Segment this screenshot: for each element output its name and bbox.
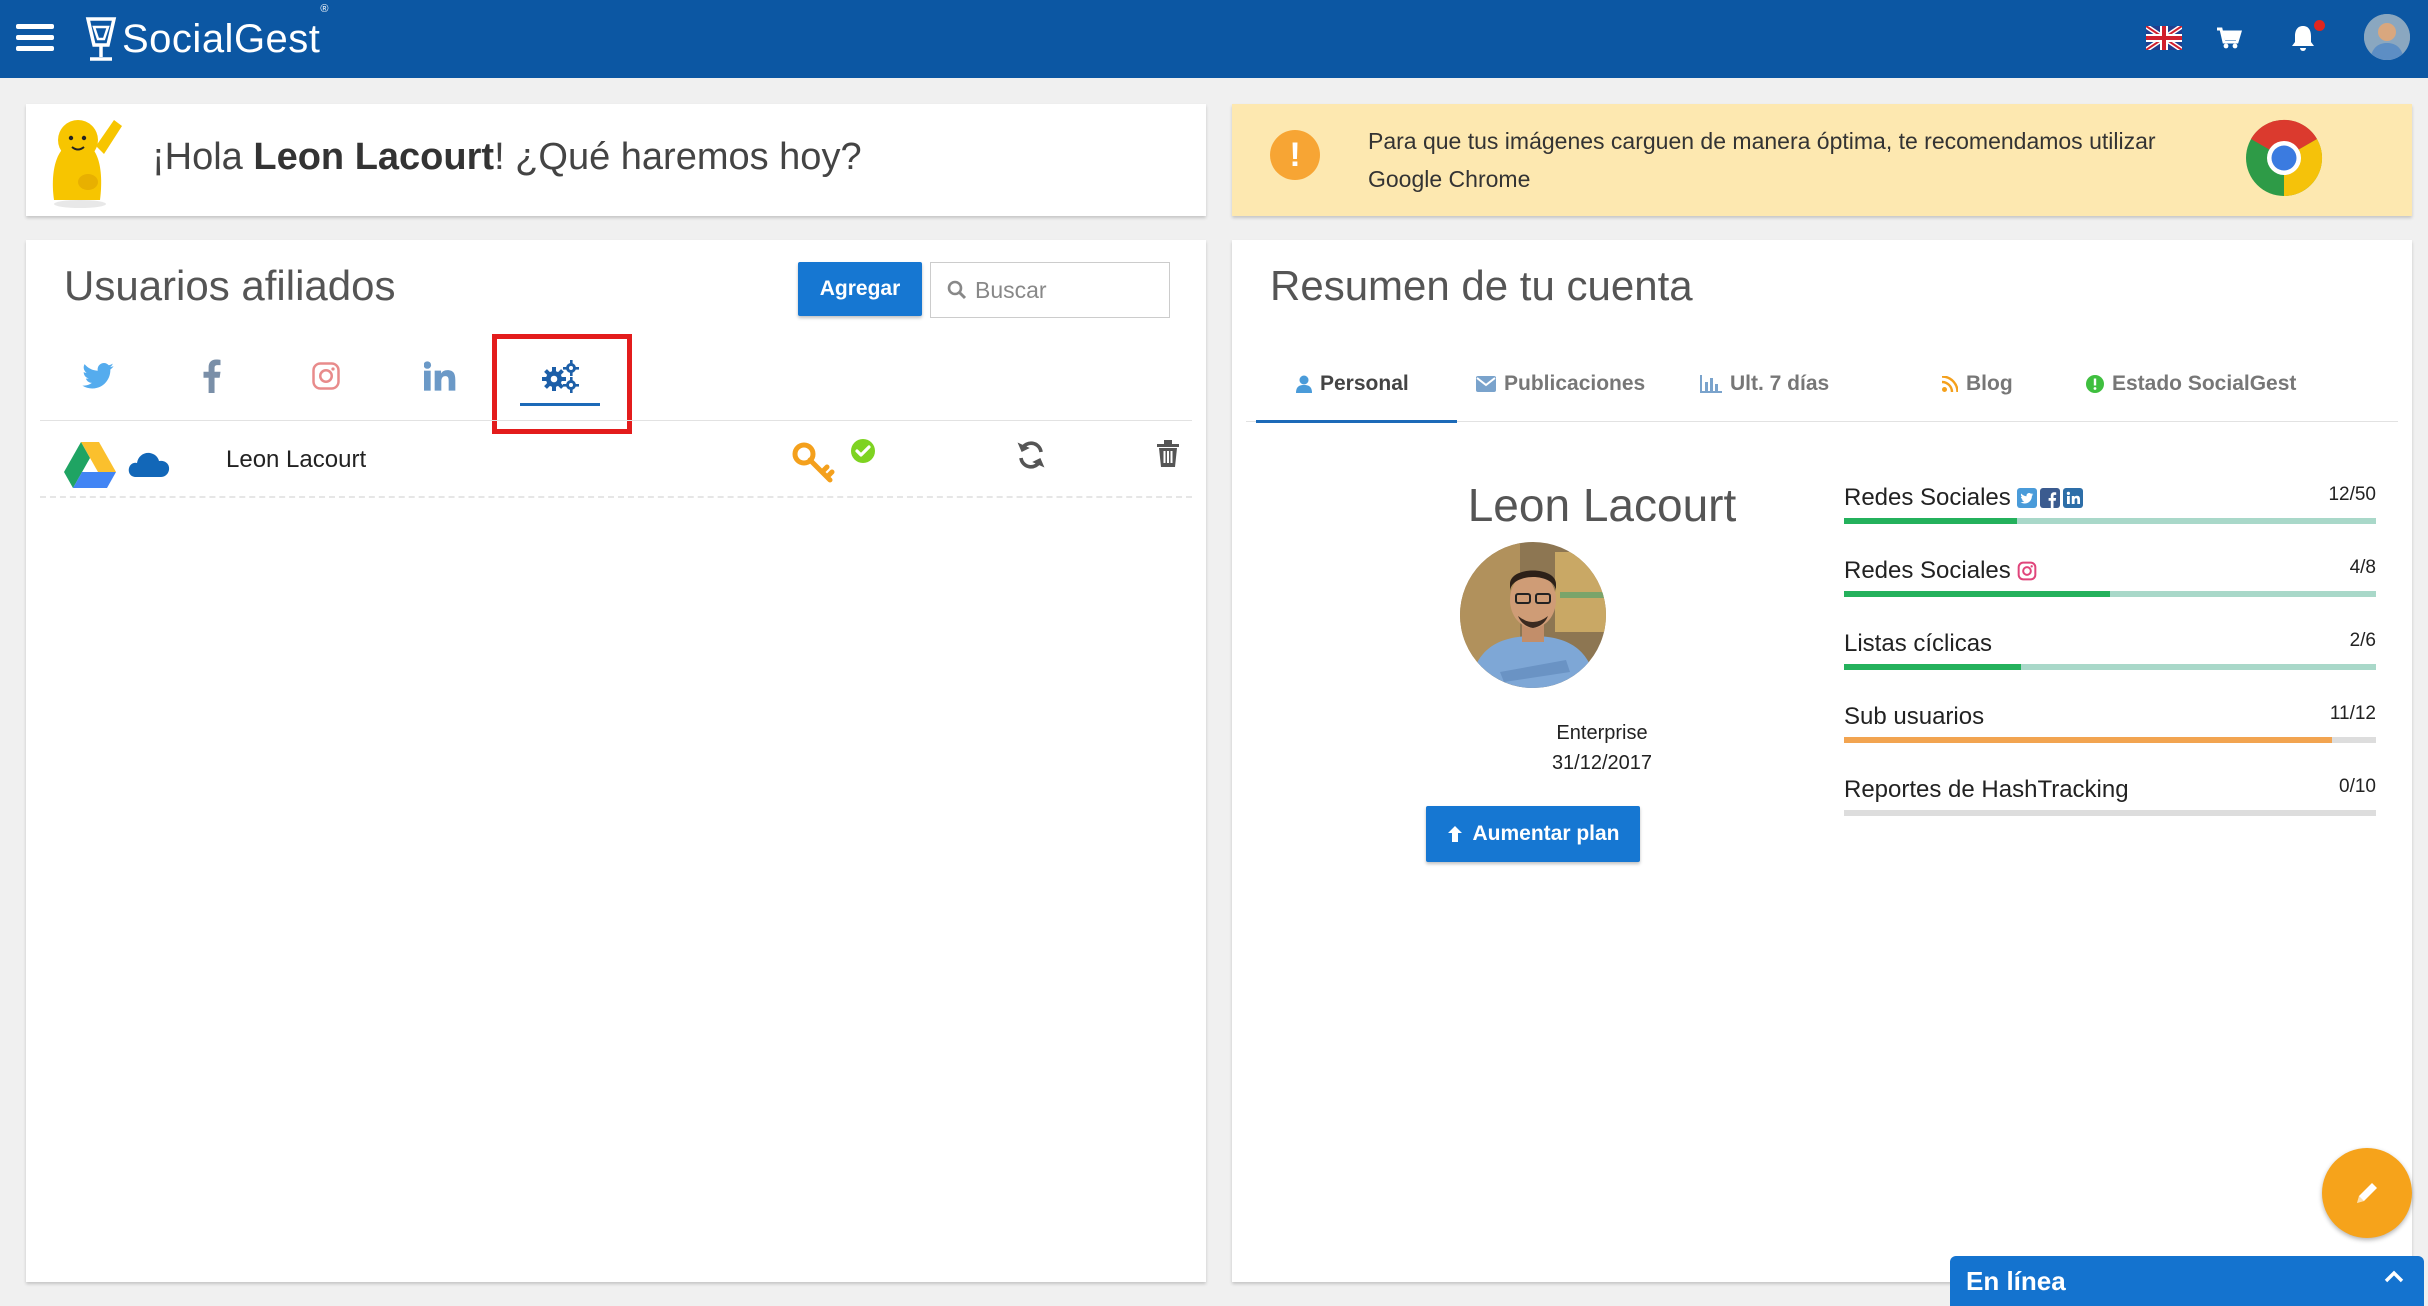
onedrive-icon [128,452,170,477]
greeting-text: ¡Hola Leon Lacourt! ¿Qué haremos hoy? [152,136,862,178]
usage-count: 0/10 [2339,776,2376,797]
usage-label: Reportes de HashTracking [1844,776,2129,803]
tab-instagram[interactable] [278,334,374,418]
app-logo[interactable]: SocialGest® [84,2,330,66]
arrow-up-icon [1448,826,1463,842]
selected-tab-highlight [492,334,632,434]
usage-progress-fill [1844,591,2110,597]
tab-facebook[interactable] [164,334,260,418]
bell-icon[interactable] [2290,24,2316,52]
add-user-button[interactable]: Agregar [798,262,922,316]
profile-photo [1460,542,1606,688]
usage-count: 2/6 [2349,630,2376,651]
usage-item-instagram: Redes Sociales 4/8 [1844,557,2376,630]
uk-flag-icon[interactable] [2146,26,2182,50]
tab-linkedin[interactable] [392,334,488,418]
compose-fab[interactable] [2322,1148,2412,1238]
account-name: Leon Lacourt [226,446,367,473]
mascot-icon [52,120,122,208]
usage-item-hashtracking: Reportes de HashTracking 0/10 [1844,776,2376,849]
panel-title: Resumen de tu cuenta [1270,262,1693,309]
usage-progress-fill [1844,664,2022,670]
usage-progress-fill [1844,737,2332,743]
check-circle-icon [851,439,875,463]
affiliated-users-panel: Usuarios afiliados Agregar Buscar Leon L… [26,240,1206,1282]
usage-progress-bar [1844,518,2376,524]
greeting-card: ¡Hola Leon Lacourt! ¿Qué haremos hoy? [26,104,1206,216]
usage-label: Sub usuarios [1844,703,1985,730]
app-name: SocialGest® [122,2,330,61]
usage-item-cyclic-lists: Listas cíclicas 2/6 [1844,630,2376,703]
bar-chart-icon [1700,375,1722,393]
search-input[interactable] [975,276,1165,304]
usage-progress-bar [1844,591,2376,597]
usage-count: 12/50 [2328,484,2376,505]
tab-publicaciones[interactable]: Publicaciones [1476,346,1645,422]
linkedin-icon [424,361,456,391]
search-icon [947,280,967,300]
chrome-icon[interactable] [2244,118,2324,198]
user-avatar[interactable] [2364,14,2410,60]
tab-estado-socialgest[interactable]: Estado SocialGest [2086,346,2296,422]
pencil-icon [2357,1183,2377,1203]
twitter-icon [82,363,114,389]
user-icon [1296,375,1312,393]
usage-progress-bar [1844,664,2376,670]
usage-item-sub-users: Sub usuarios 11/12 [1844,703,2376,776]
usage-label: Redes Sociales [1844,484,2083,512]
chat-status-label: En línea [1966,1265,2066,1296]
tab-ult-7-dias[interactable]: Ult. 7 días [1700,346,1829,422]
exclamation-icon: ! [1270,130,1320,180]
live-chat-bar[interactable]: En línea [1950,1256,2424,1306]
instagram-icon [2017,561,2037,581]
tab-twitter[interactable] [50,334,146,418]
alert-text: Para que tus imágenes carguen de manera … [1368,128,2156,192]
notification-dot [2314,20,2325,31]
usage-count: 11/12 [2329,703,2376,724]
panel-title: Usuarios afiliados [64,262,396,309]
plan-expiry-date: 31/12/2017 [1551,752,1653,774]
rss-icon [1942,376,1958,392]
cart-icon[interactable] [2216,26,2242,50]
table-row[interactable]: Leon Lacourt [40,422,1192,498]
top-navbar: SocialGest® [0,0,2428,78]
usage-progress-fill [1844,518,2017,524]
tab-personal[interactable]: Personal [1256,346,1457,423]
linkedin-icon [2062,488,2083,508]
usage-progress-bar [1844,737,2376,743]
trash-icon[interactable] [1156,440,1180,468]
summary-tabs: Personal Publicaciones Ult. 7 días Blog … [1246,346,2398,423]
account-summary-panel: Resumen de tu cuenta Personal Publicacio… [1232,240,2412,1282]
browser-alert: ! Para que tus imágenes carguen de maner… [1232,104,2412,216]
usage-count: 4/8 [2349,557,2376,578]
envelope-icon [1476,376,1496,392]
search-box[interactable] [930,262,1170,318]
twitter-icon [2016,488,2037,508]
instagram-icon [312,362,340,390]
key-icon[interactable] [792,442,836,486]
refresh-icon[interactable] [1016,440,1046,470]
usage-item-social-networks: Redes Sociales 12/50 [1844,484,2376,557]
tab-blog[interactable]: Blog [1942,346,2013,422]
menu-icon[interactable] [16,24,54,52]
usage-progress-bar [1844,810,2376,816]
status-dot-icon [2086,375,2104,393]
facebook-icon [203,359,221,393]
usage-list: Redes Sociales 12/50 Redes Sociales 4/8 … [1844,484,2376,849]
usage-label: Listas cíclicas [1844,630,1993,657]
greeting-user-name: Leon Lacourt [253,136,495,178]
chevron-up-icon[interactable] [2384,1270,2404,1284]
plan-name: Enterprise [1556,722,1648,744]
usage-label: Redes Sociales [1844,557,2037,585]
profile-name: Leon Lacourt [1467,479,1737,531]
tabs-divider [40,420,1192,421]
google-drive-icon [64,442,116,488]
upgrade-plan-button[interactable]: Aumentar plan [1426,806,1640,862]
logo-icon [85,17,117,61]
facebook-icon [2039,488,2060,508]
